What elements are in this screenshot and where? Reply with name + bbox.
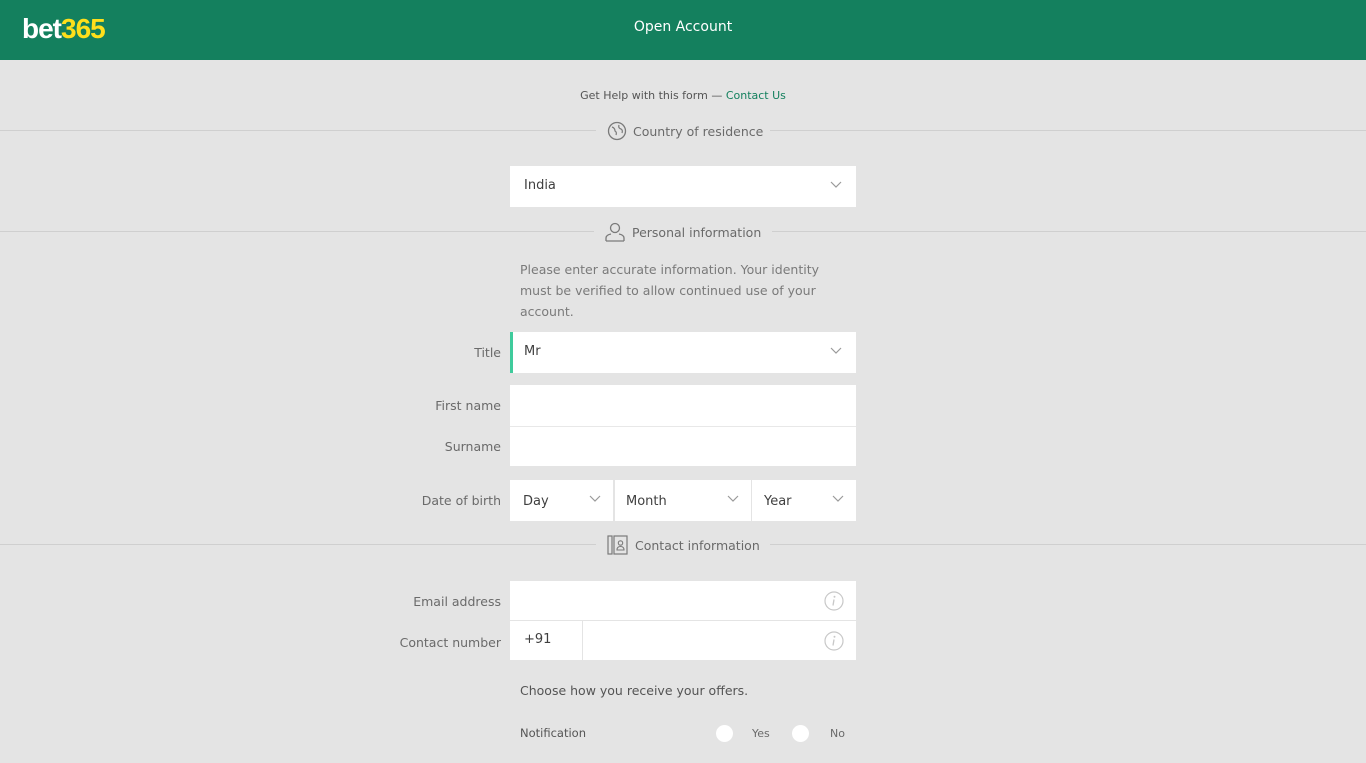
email-input[interactable] xyxy=(510,581,856,620)
divider-line xyxy=(0,544,596,545)
divider-line xyxy=(770,544,1366,545)
chevron-down-icon xyxy=(589,495,601,502)
dob-day-value: Day xyxy=(523,494,549,509)
dob-month-value: Month xyxy=(626,494,667,509)
section-contact-header: Contact information xyxy=(0,535,1366,555)
dob-month-select[interactable]: Month xyxy=(615,480,751,521)
first-name-input[interactable] xyxy=(510,385,856,426)
dob-year-select[interactable]: Year xyxy=(752,480,856,521)
divider-line xyxy=(770,130,1366,131)
title-label: Title xyxy=(474,345,501,360)
section-personal-header: Personal information xyxy=(0,222,1366,242)
first-name-label: First name xyxy=(435,398,501,413)
dob-label: Date of birth xyxy=(421,493,501,508)
phone-prefix-value: +91 xyxy=(524,632,552,647)
user-icon xyxy=(604,222,626,242)
section-contact-label: Contact information xyxy=(635,537,760,553)
country-value: India xyxy=(524,178,556,193)
section-country-label: Country of residence xyxy=(633,123,764,139)
personal-intro-text: Please enter accurate information. Your … xyxy=(520,262,819,319)
title-select[interactable]: Mr xyxy=(510,332,856,373)
notification-no-label: No xyxy=(830,727,845,740)
dob-year-value: Year xyxy=(764,494,792,509)
chevron-down-icon xyxy=(830,347,842,354)
notification-yes-label: Yes xyxy=(752,727,770,740)
title-value: Mr xyxy=(524,344,541,359)
notification-no-radio[interactable] xyxy=(792,725,809,742)
phone-label: Contact number xyxy=(399,635,501,650)
chevron-down-icon xyxy=(832,495,844,502)
help-line: Get Help with this form — Contact Us xyxy=(0,89,1366,102)
top-header: bet365 Open Account xyxy=(0,0,1366,60)
info-icon[interactable] xyxy=(824,591,844,611)
globe-icon xyxy=(607,121,627,141)
phone-number-input[interactable] xyxy=(583,621,856,660)
active-field-indicator xyxy=(510,332,513,373)
section-country-header: Country of residence xyxy=(0,121,1366,141)
contact-us-link[interactable]: Contact Us xyxy=(726,89,786,102)
notification-yes-radio[interactable] xyxy=(716,725,733,742)
section-personal-label: Personal information xyxy=(632,224,762,240)
dob-day-select[interactable]: Day xyxy=(510,480,613,521)
info-icon[interactable] xyxy=(824,631,844,651)
email-label: Email address xyxy=(413,594,501,609)
chevron-down-icon xyxy=(727,495,739,502)
notification-label: Notification xyxy=(520,726,586,740)
page-title: Open Account xyxy=(633,19,733,35)
phone-prefix-field[interactable]: +91 xyxy=(510,621,582,660)
surname-input[interactable] xyxy=(510,426,856,466)
divider-line xyxy=(772,231,1366,232)
address-book-icon xyxy=(607,535,629,555)
divider-line xyxy=(0,130,596,131)
divider-line xyxy=(0,231,594,232)
surname-label: Surname xyxy=(444,439,501,454)
offers-heading: Choose how you receive your offers. xyxy=(520,683,749,698)
help-text: Get Help with this form — xyxy=(580,89,723,102)
country-select[interactable]: India xyxy=(510,166,856,207)
chevron-down-icon xyxy=(830,181,842,188)
